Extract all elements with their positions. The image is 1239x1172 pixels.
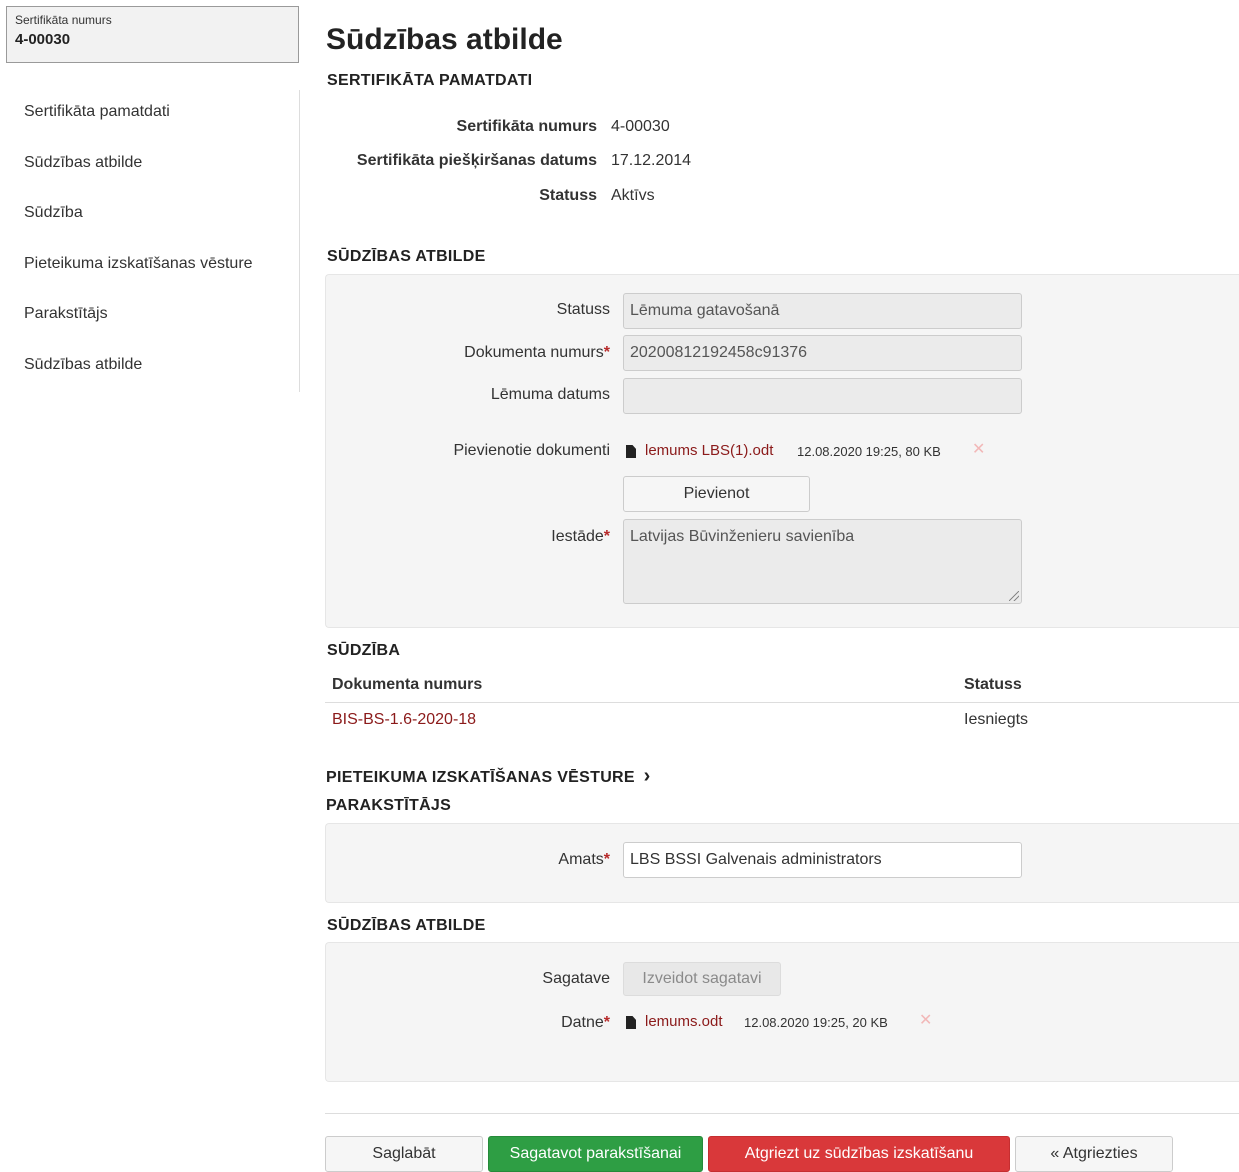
table-header-status: Statuss bbox=[964, 676, 1022, 693]
sidebar-item-certificate-basics[interactable]: Sertifikāta pamatdati bbox=[24, 102, 170, 122]
complaint-document-link[interactable]: BIS-BS-1.6-2020-18 bbox=[332, 710, 476, 730]
chevron-right-icon: › bbox=[643, 765, 651, 787]
remove-x-icon[interactable]: ✕ bbox=[919, 1013, 932, 1029]
add-document-button[interactable]: Pievienot bbox=[623, 476, 810, 512]
sidebar-item-complaint-response-2[interactable]: Sūdzības atbilde bbox=[24, 355, 142, 375]
basic-value-grant-date: 17.12.2014 bbox=[611, 152, 692, 169]
complaint-status: Iesniegts bbox=[964, 711, 1029, 728]
decision-date-field[interactable] bbox=[623, 378, 1022, 414]
sidebar-item-signer[interactable]: Parakstītājs bbox=[24, 304, 108, 324]
basic-label-status: Statuss bbox=[539, 187, 597, 204]
required-mark: * bbox=[603, 1014, 610, 1031]
basic-label-grant-date: Sertifikāta piešķiršanas datums bbox=[356, 152, 597, 169]
document-number-field[interactable]: 20200812192458c91376 bbox=[623, 335, 1022, 371]
section-heading-certificate-basics: SERTIFIKĀTA PAMATDATI bbox=[327, 72, 533, 89]
certificate-number-box: Sertifikāta numurs 4-00030 bbox=[6, 6, 299, 63]
review-history-toggle[interactable]: PIETEIKUMA IZSKATĪŠANAS VĒSTURE › bbox=[326, 766, 651, 788]
section-heading-complaint: SŪDZĪBA bbox=[327, 642, 401, 659]
sidebar-nav: Sertifikāta pamatdati Sūdzības atbilde S… bbox=[0, 90, 300, 392]
section-heading-signer: PARAKSTĪTĀJS bbox=[326, 797, 452, 814]
actions-divider bbox=[325, 1113, 1239, 1114]
basic-value-cert-number: 4-00030 bbox=[611, 118, 670, 135]
required-mark: * bbox=[603, 528, 610, 545]
template-label: Sagatave bbox=[542, 970, 610, 987]
document-number-label-text: Dokumenta numurs bbox=[464, 344, 604, 361]
resize-grip-icon[interactable] bbox=[1009, 591, 1019, 601]
table-header-document-number: Dokumenta numurs bbox=[332, 676, 483, 693]
status-field[interactable]: Lēmuma gatavošanā bbox=[623, 293, 1022, 329]
document-number-label: Dokumenta numurs* bbox=[327, 342, 610, 364]
section-heading-complaint-response-2: SŪDZĪBAS ATBILDE bbox=[327, 917, 486, 934]
attached-file-link[interactable]: lemums LBS(1).odt bbox=[645, 441, 773, 461]
save-button[interactable]: Saglabāt bbox=[325, 1136, 483, 1172]
remove-x-icon[interactable]: ✕ bbox=[972, 442, 985, 458]
basic-value-status: Aktīvs bbox=[611, 187, 655, 204]
institution-label-text: Iestāde bbox=[551, 528, 604, 545]
institution-label: Iestāde* bbox=[327, 526, 610, 548]
required-mark: * bbox=[603, 344, 610, 361]
basic-label-cert-number: Sertifikāta numurs bbox=[456, 118, 597, 135]
review-history-heading: PIETEIKUMA IZSKATĪŠANAS VĒSTURE bbox=[326, 769, 635, 786]
sidebar-item-complaint-response[interactable]: Sūdzības atbilde bbox=[24, 153, 142, 173]
certificate-number-value: 4-00030 bbox=[15, 31, 71, 48]
institution-value: Latvijas Būvinženieru savienība bbox=[630, 528, 855, 545]
response-file-meta: 12.08.2020 19:25, 20 KB bbox=[744, 1015, 888, 1030]
table-divider bbox=[325, 702, 1239, 703]
page-title: Sūdzības atbilde bbox=[326, 23, 563, 56]
file-label-text: Datne bbox=[561, 1014, 604, 1031]
section-heading-complaint-response: SŪDZĪBAS ATBILDE bbox=[327, 248, 486, 265]
prepare-for-signing-button[interactable]: Sagatavot parakstīšanai bbox=[488, 1136, 703, 1172]
return-to-review-button[interactable]: Atgriezt uz sūdzības izskatīšanu bbox=[708, 1136, 1010, 1172]
file-label: Datne* bbox=[327, 1012, 610, 1034]
sidebar-item-review-history[interactable]: Pieteikuma izskatīšanas vēsture bbox=[24, 254, 253, 274]
decision-date-label: Lēmuma datums bbox=[490, 386, 610, 403]
attached-documents-label: Pievienotie dokumenti bbox=[453, 442, 610, 459]
position-label-text: Amats bbox=[558, 851, 604, 868]
sidebar-item-complaint[interactable]: Sūdzība bbox=[24, 203, 83, 223]
required-mark: * bbox=[603, 851, 610, 868]
institution-textarea[interactable]: Latvijas Būvinženieru savienība bbox=[623, 519, 1022, 604]
create-template-button[interactable]: Izveidot sagatavi bbox=[623, 962, 781, 996]
back-button[interactable]: « Atgriezties bbox=[1015, 1136, 1173, 1172]
position-field[interactable]: LBS BSSI Galvenais administrators bbox=[623, 842, 1022, 878]
position-label: Amats* bbox=[327, 849, 610, 871]
status-label: Statuss bbox=[556, 301, 610, 318]
response-file-link[interactable]: lemums.odt bbox=[645, 1012, 723, 1032]
certificate-number-label: Sertifikāta numurs bbox=[15, 13, 112, 27]
attached-file-meta: 12.08.2020 19:25, 80 KB bbox=[797, 444, 941, 459]
